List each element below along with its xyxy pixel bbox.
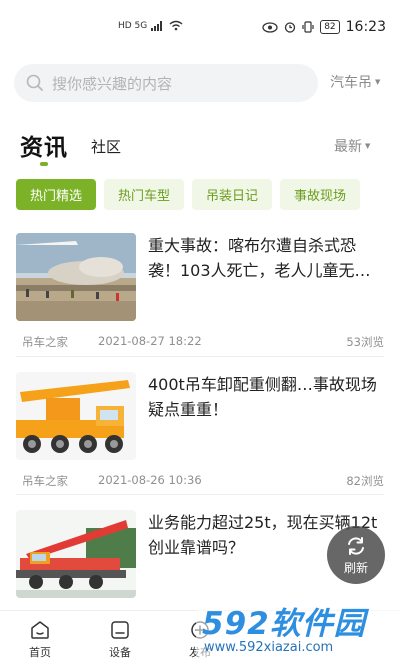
alarm-icon xyxy=(285,22,296,33)
search-scope-dropdown[interactable]: 汽车吊 ▼ xyxy=(330,72,380,92)
caret-down-icon: ▼ xyxy=(375,78,381,86)
article-thumbnail xyxy=(16,233,136,321)
article-meta: 吊车之家 2021-08-27 18:22 53浏览 xyxy=(22,334,384,350)
sort-dropdown[interactable]: 最新 ▼ xyxy=(334,136,370,156)
chip-accident-scene[interactable]: 事故现场 xyxy=(280,179,361,210)
watermark-logo: 592软件园 xyxy=(202,606,366,642)
nav-home-label: 首页 xyxy=(29,646,51,659)
signal-icon xyxy=(151,20,163,31)
article-thumbnail xyxy=(16,510,136,598)
search-input[interactable]: 搜你感兴趣的内容 xyxy=(14,64,318,102)
article-meta: 吊车之家 2021-08-26 10:36 82浏览 xyxy=(22,473,384,489)
nav-device[interactable]: 设备 xyxy=(95,619,145,660)
battery-indicator: 82 xyxy=(320,20,340,34)
tab-community[interactable]: 社区 xyxy=(91,136,121,157)
search-placeholder: 搜你感兴趣的内容 xyxy=(52,74,173,93)
divider xyxy=(16,494,384,495)
nav-device-label: 设备 xyxy=(109,646,131,659)
chip-hot-picks[interactable]: 热门精选 xyxy=(16,179,97,210)
device-icon xyxy=(111,621,129,639)
watermark-url: www.592xiazai.com xyxy=(204,640,334,655)
article-views: 82浏览 xyxy=(346,474,384,488)
status-bar: HD 5G 82 16:23 xyxy=(0,0,400,58)
article-source: 吊车之家 xyxy=(22,474,68,488)
status-right: 82 16:23 xyxy=(262,19,386,35)
list-item[interactable]: 400t吊车卸配重侧翻…事故现场疑点重重！ 吊车之家 2021-08-26 10… xyxy=(16,372,384,490)
wifi-icon xyxy=(169,20,183,31)
home-icon xyxy=(31,621,49,639)
network-text: HD 5G xyxy=(118,20,148,31)
divider xyxy=(16,356,384,357)
clock: 16:23 xyxy=(345,19,386,35)
refresh-label: 刷新 xyxy=(343,560,368,575)
vibrate-icon xyxy=(302,21,314,33)
search-icon xyxy=(26,74,43,91)
article-thumbnail xyxy=(16,372,136,460)
article-date: 2021-08-27 18:22 xyxy=(98,334,202,348)
network-indicators: HD 5G xyxy=(118,20,183,31)
active-tab-indicator xyxy=(40,162,48,166)
article-date: 2021-08-26 10:36 xyxy=(98,473,202,487)
caret-down-icon: ▼ xyxy=(365,142,371,150)
category-chips: 热门精选 热门车型 吊装日记 事故现场 xyxy=(16,179,361,210)
search-scope-label: 汽车吊 xyxy=(330,75,372,91)
sort-label: 最新 xyxy=(334,139,362,155)
article-views: 53浏览 xyxy=(346,335,384,349)
watermark: 592软件园 www.592xiazai.com xyxy=(196,592,400,666)
tab-info[interactable]: 资讯 xyxy=(20,128,68,162)
article-source: 吊车之家 xyxy=(22,335,68,349)
refresh-icon xyxy=(348,536,364,555)
list-item[interactable]: 重大事故：喀布尔遭自杀式恐袭！103人死亡，老人儿童无… 吊车之家 2021-0… xyxy=(16,233,384,353)
article-title: 重大事故：喀布尔遭自杀式恐袭！103人死亡，老人儿童无… xyxy=(148,236,371,280)
chip-hot-models[interactable]: 热门车型 xyxy=(104,179,185,210)
article-title: 400t吊车卸配重侧翻…事故现场疑点重重！ xyxy=(148,375,377,419)
nav-home[interactable]: 首页 xyxy=(15,619,65,660)
eye-icon xyxy=(262,21,278,33)
refresh-button[interactable]: 刷新 xyxy=(327,526,385,584)
chip-lifting-diary[interactable]: 吊装日记 xyxy=(192,179,273,210)
